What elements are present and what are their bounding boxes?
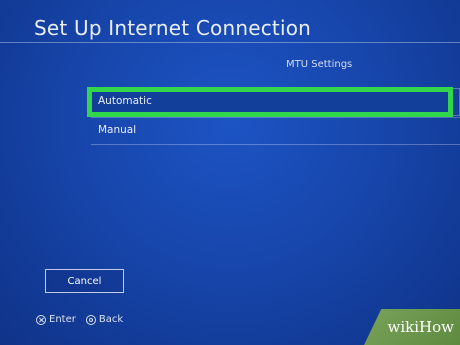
circle-button-icon	[85, 314, 96, 325]
hint-enter: Enter	[36, 314, 76, 325]
cancel-button[interactable]: Cancel	[45, 269, 124, 293]
hint-back: Back	[85, 314, 124, 325]
option-label: Manual	[98, 124, 137, 136]
option-label: Automatic	[98, 95, 152, 107]
hint-label: Back	[98, 314, 124, 325]
option-manual[interactable]: Manual	[91, 117, 460, 145]
footer-hints: Enter Back	[36, 314, 133, 325]
page-title: Set Up Internet Connection	[34, 16, 312, 40]
wikihow-watermark: wikiHow	[364, 309, 460, 345]
section-title: MTU Settings	[286, 59, 353, 70]
header-bar: Set Up Internet Connection	[0, 0, 460, 42]
hint-label: Enter	[49, 314, 76, 325]
cross-button-icon	[36, 314, 46, 325]
title-divider	[0, 42, 460, 43]
option-automatic[interactable]: Automatic	[91, 88, 460, 116]
watermark-text: wikiHow	[387, 318, 454, 336]
